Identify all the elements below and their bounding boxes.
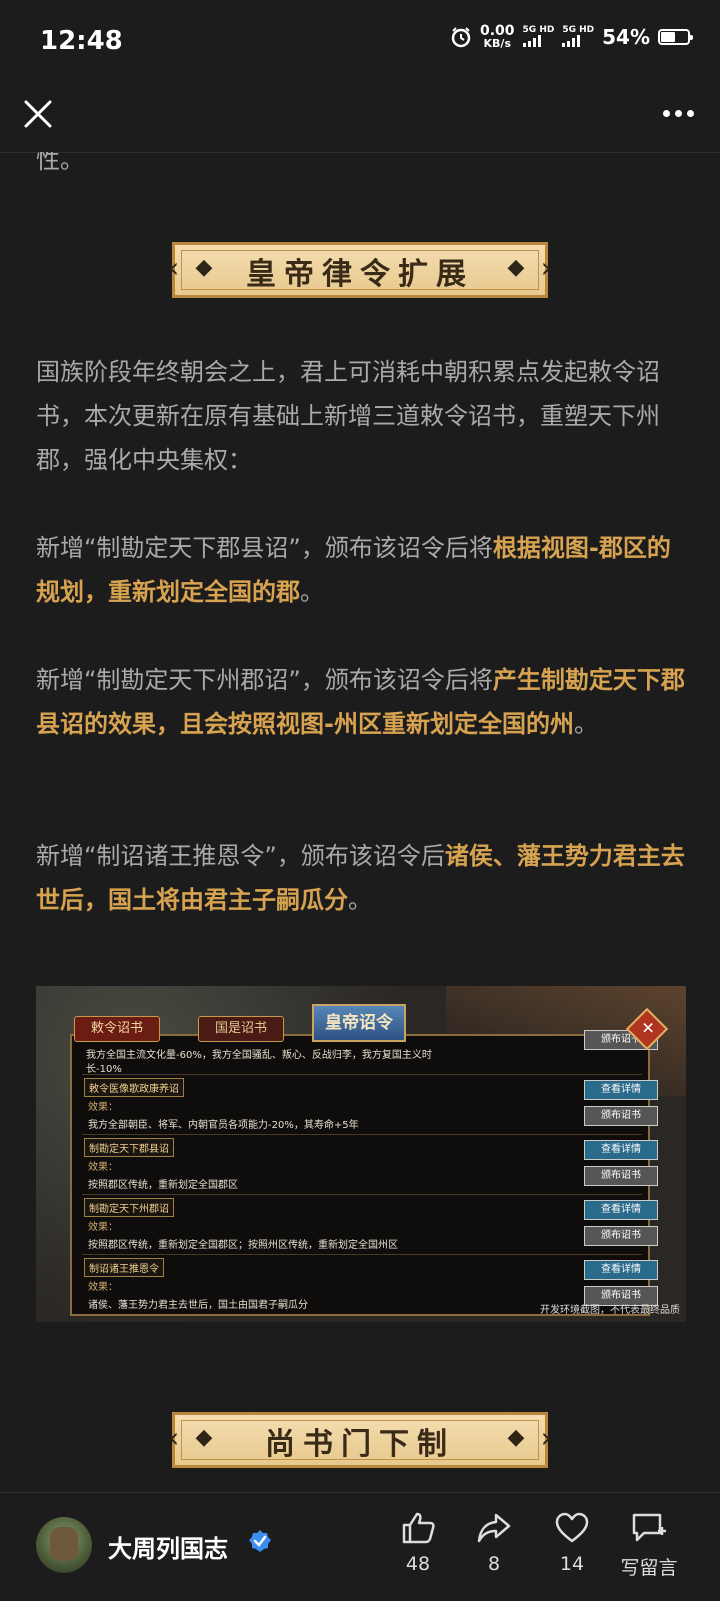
favorite-count: 14: [559, 1553, 585, 1575]
share-button[interactable]: 8: [462, 1511, 526, 1575]
battery-percent: 54%: [602, 24, 650, 49]
tab-imperial-edict: 皇帝诏令: [312, 1004, 406, 1042]
text-fragment: 性。: [36, 152, 84, 174]
thumbs-up-icon: [402, 1512, 435, 1544]
issue-edict-button: 颁布诏书: [584, 1226, 658, 1246]
tab-edict: 敕令诏书: [74, 1016, 161, 1042]
share-icon: [477, 1513, 511, 1543]
view-detail-button: 查看详情: [584, 1140, 658, 1160]
status-icons: 0.00 KB/s 5G HD 5G HD 54%: [450, 23, 693, 50]
paragraph-item3: 新增“制诏诸王推恩令”，颁布该诏令后诸侯、藩王势力君主去世后，国土将由君主子嗣瓜…: [36, 842, 685, 914]
comment-add-icon: [632, 1513, 666, 1542]
status-bar: 12:48 0.00 KB/s 5G HD 5G HD 54%: [0, 0, 720, 86]
watermark: 开发环境截图，不代表最终品质: [540, 1305, 680, 1316]
more-button[interactable]: [658, 98, 698, 128]
signal-sim1: 5G HD: [522, 26, 555, 47]
paragraph-item2: 新增“制勘定天下州郡诏”，颁布该诏令后将产生制勘定天下郡县诏的效果，且会按照视图…: [36, 666, 685, 738]
avatar[interactable]: [36, 1517, 92, 1573]
battery-fill: [661, 31, 676, 42]
signal-bars-icon: [522, 35, 555, 47]
author-name[interactable]: 大周列国志: [108, 1529, 228, 1564]
close-icon: [24, 100, 52, 128]
comment-label: 写留言: [620, 1557, 678, 1579]
verified-badge-icon: [249, 1530, 271, 1552]
like-count: 48: [405, 1553, 431, 1575]
tab-state: 国是诏书: [198, 1016, 285, 1042]
share-count: 8: [487, 1553, 501, 1575]
section-banner: ‹ ◆ 尚书门下制 ◆ ›: [166, 1410, 554, 1470]
article-body: 性。 ‹ ◆ 皇帝律令扩展 ◆ › 国族阶段年终朝会之上，君上可消耗中朝积累点发…: [0, 152, 720, 1492]
edict-title: 制勘定天下州郡诏: [84, 1198, 174, 1217]
view-detail-button: 查看详情: [584, 1080, 658, 1100]
section-banner: ‹ ◆ 皇帝律令扩展 ◆ ›: [166, 240, 554, 300]
view-detail-button: 查看详情: [584, 1200, 658, 1220]
diamond-icon: ◆: [507, 1425, 525, 1450]
alarm-icon: [451, 26, 471, 47]
more-icon: [662, 109, 670, 117]
like-button[interactable]: 48: [386, 1511, 450, 1575]
paragraph-item1: 新增“制勘定天下郡县诏”，颁布该诏令后将根据视图-郡区的规划，重新划定全国的郡。: [36, 534, 671, 606]
comment-button[interactable]: 写留言: [604, 1511, 694, 1580]
edict-title: 敕令医像歌政康养诏: [84, 1078, 184, 1097]
favorite-button[interactable]: 14: [540, 1511, 604, 1575]
chevron-right-icon: ›: [540, 1421, 552, 1454]
intro-paragraph: 国族阶段年终朝会之上，君上可消耗中朝积累点发起敕令诏书，本次更新在原有基础上新增…: [36, 358, 660, 474]
game-screenshot[interactable]: 我方全国主流文化量-60%，我方全国骚乱、叛心、反战归李，我方复国主义时 长-1…: [36, 986, 686, 1322]
signal-bars-icon: [562, 35, 594, 47]
section-title: 皇帝律令扩展: [246, 257, 474, 292]
diamond-icon: ◆: [507, 255, 525, 280]
close-button[interactable]: [18, 94, 58, 134]
chevron-right-icon: ›: [540, 251, 552, 284]
bottom-bar: 大周列国志 48 8 14 写留言: [0, 1492, 720, 1601]
edict-panel: 我方全国主流文化量-60%，我方全国骚乱、叛心、反战归李，我方复国主义时 长-1…: [70, 1030, 658, 1316]
status-time: 12:48: [40, 26, 123, 56]
section-title: 尚书门下制: [265, 1427, 455, 1462]
issue-edict-button: 颁布诏书: [584, 1106, 658, 1126]
signal-sim2: 5G HD: [562, 26, 594, 47]
view-detail-button: 查看详情: [584, 1260, 658, 1280]
battery-icon: [658, 28, 693, 45]
issue-edict-button: 颁布诏书: [584, 1166, 658, 1186]
heart-icon: [555, 1512, 589, 1543]
edict-title: 制勘定天下郡县诏: [84, 1138, 174, 1157]
edict-title: 制诏诸王推恩令: [84, 1258, 164, 1277]
top-bar: [0, 86, 720, 153]
net-speed: 0.00 KB/s: [479, 23, 515, 50]
